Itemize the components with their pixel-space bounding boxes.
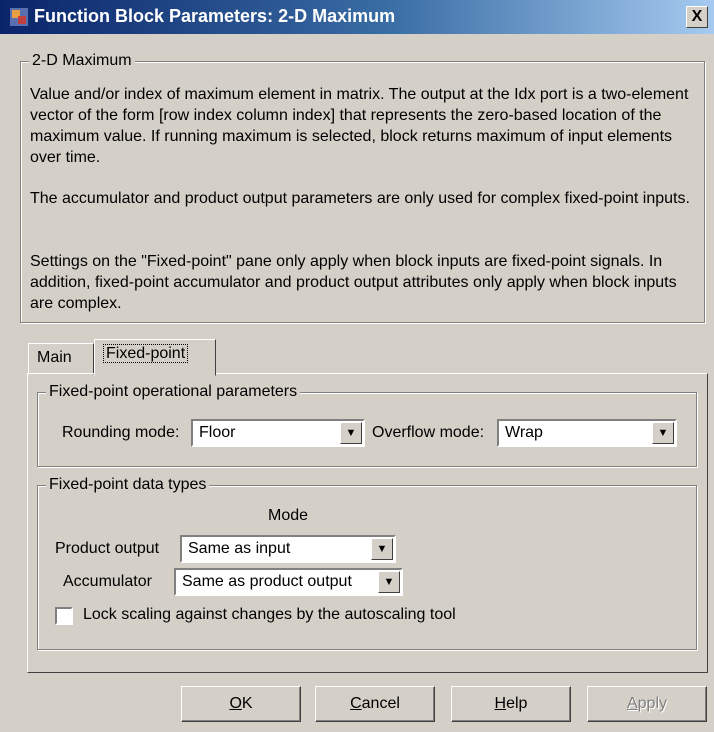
title-bar[interactable]: Function Block Parameters: 2-D Maximum X [0, 0, 714, 34]
help-mnemonic: H [494, 695, 507, 712]
ok-mnemonic: O [229, 695, 242, 712]
product-output-select[interactable]: Same as input ▼ [180, 535, 396, 563]
description-legend: 2-D Maximum [29, 52, 135, 70]
ok-label: K [241, 695, 253, 712]
accumulator-select[interactable]: Same as product output ▼ [174, 568, 403, 596]
chevron-down-icon[interactable]: ▼ [378, 571, 400, 593]
tab-main[interactable]: Main [28, 343, 94, 375]
chevron-down-icon[interactable]: ▼ [652, 422, 674, 444]
tab-fixed-point[interactable]: Fixed-point [94, 339, 216, 376]
apply-button[interactable]: Apply [587, 686, 707, 722]
overflow-mode-label: Overflow mode: [372, 424, 485, 441]
description-paragraph-1: Value and/or index of maximum element in… [30, 86, 689, 166]
help-button[interactable]: Help [451, 686, 571, 722]
close-button[interactable]: X [686, 6, 708, 28]
cancel-label: ancel [361, 695, 400, 712]
cancel-mnemonic: C [350, 695, 362, 712]
overflow-mode-select[interactable]: Wrap ▼ [497, 419, 677, 447]
apply-label: pply [637, 695, 668, 712]
help-label: elp [506, 695, 528, 712]
operational-legend: Fixed-point operational parameters [46, 383, 301, 401]
product-output-value: Same as input [188, 540, 291, 557]
lock-scaling-checkbox[interactable] [55, 607, 73, 625]
apply-mnemonic: A [626, 695, 638, 712]
chevron-down-icon[interactable]: ▼ [340, 422, 362, 444]
chevron-down-icon[interactable]: ▼ [371, 538, 393, 560]
close-icon: X [691, 8, 703, 25]
cancel-button[interactable]: Cancel [315, 686, 435, 722]
product-output-label: Product output [55, 540, 160, 557]
window-title: Function Block Parameters: 2-D Maximum [34, 6, 396, 26]
overflow-mode-value: Wrap [505, 424, 543, 441]
description-paragraph-3: Settings on the "Fixed-point" pane only … [30, 253, 677, 312]
rounding-mode-label: Rounding mode: [62, 424, 180, 441]
rounding-mode-select[interactable]: Floor ▼ [191, 419, 365, 447]
simulink-block-icon [10, 8, 28, 26]
datatypes-legend: Fixed-point data types [46, 476, 210, 494]
mode-column-header: Mode [268, 507, 309, 524]
accumulator-label: Accumulator [63, 573, 152, 590]
ok-button[interactable]: OK [181, 686, 301, 722]
lock-scaling-label[interactable]: Lock scaling against changes by the auto… [83, 606, 456, 624]
tab-main-label: Main [37, 349, 72, 366]
rounding-mode-value: Floor [199, 424, 236, 441]
description-paragraph-2: The accumulator and product output param… [30, 190, 690, 207]
tab-fixed-point-label: Fixed-point [103, 344, 189, 363]
accumulator-value: Same as product output [182, 573, 352, 590]
